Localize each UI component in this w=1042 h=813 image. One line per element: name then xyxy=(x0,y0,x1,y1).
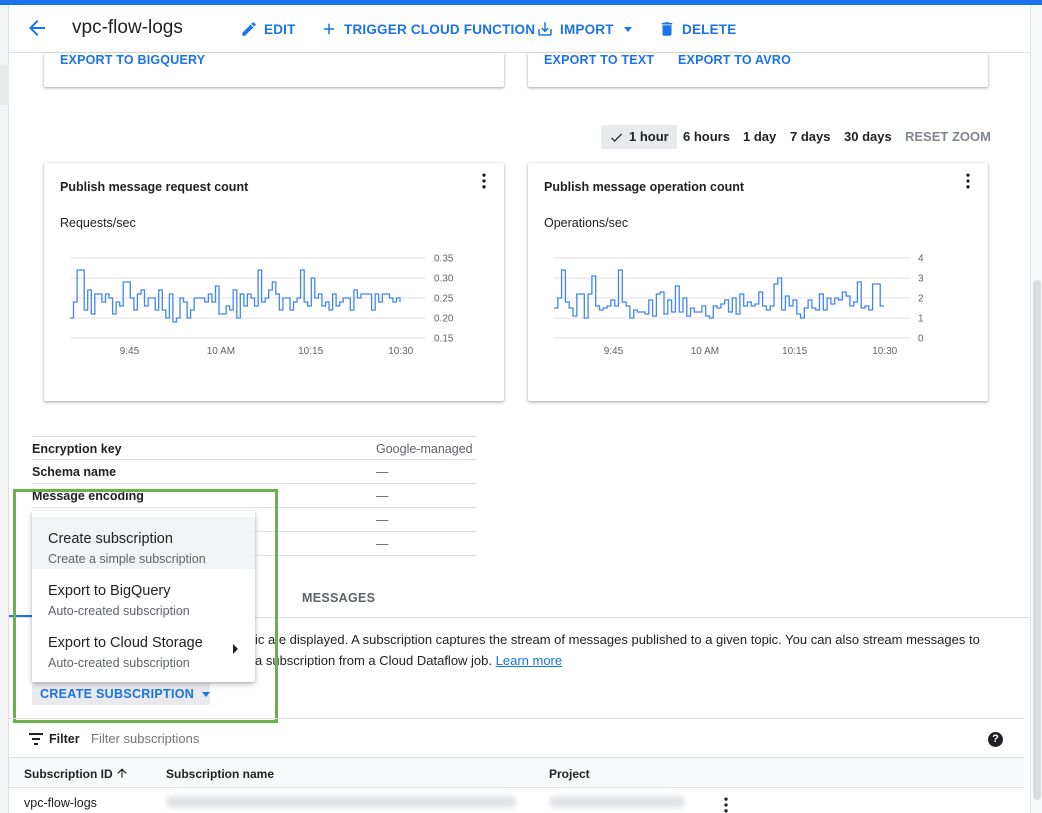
x-tick-label: 10 AM xyxy=(207,346,235,357)
subscriptions-table-header: Subscription ID Subscription name Projec… xyxy=(9,758,1024,788)
left-nav-rail-selected xyxy=(0,65,9,105)
detail-key: Schema name xyxy=(32,465,117,479)
description-text: a subscription from a Cloud Dataflow job… xyxy=(255,653,493,668)
y-tick-label: 3 xyxy=(918,274,924,285)
operation-count-chart-card: Publish message operation count Operatio… xyxy=(528,163,988,401)
annotation-highlight-box xyxy=(13,489,278,723)
export-to-text-link[interactable]: EXPORT TO TEXT xyxy=(544,53,654,67)
detail-row-encryption: Encryption key Google-managed xyxy=(32,436,476,460)
x-tick-label: 10:15 xyxy=(782,346,807,357)
y-tick-label: 0.30 xyxy=(434,274,454,285)
import-button[interactable]: IMPORT xyxy=(536,20,632,38)
chevron-down-icon xyxy=(623,26,632,32)
request-count-chart-title: Publish message request count xyxy=(60,180,249,194)
tab-messages[interactable]: MESSAGES xyxy=(302,591,375,605)
x-tick-label: 9:45 xyxy=(120,346,140,357)
import-label: IMPORT xyxy=(560,21,614,37)
trash-icon xyxy=(661,22,673,36)
learn-more-link[interactable]: Learn more xyxy=(496,653,562,668)
y-tick-label: 4 xyxy=(918,254,924,265)
subscriptions-description-line1: ic a e displayed. A subscription capture… xyxy=(255,632,980,647)
y-tick-label: 0.20 xyxy=(434,314,454,325)
sort-ascending-icon[interactable] xyxy=(115,765,129,781)
help-icon[interactable]: ? xyxy=(988,732,1003,747)
plus-icon xyxy=(323,23,335,35)
pencil-icon xyxy=(242,22,256,36)
y-tick-label: 1 xyxy=(918,314,924,325)
trigger-cloud-function-button[interactable]: TRIGGER CLOUD FUNCTION xyxy=(320,20,535,38)
column-subscription-id[interactable]: Subscription ID xyxy=(24,767,113,781)
reset-zoom-button[interactable]: RESET ZOOM xyxy=(905,125,991,149)
x-tick-label: 9:45 xyxy=(604,346,624,357)
time-range-6-hours[interactable]: 6 hours xyxy=(683,125,730,149)
scrollbar-thumb[interactable] xyxy=(1033,280,1041,800)
page-title: vpc-flow-logs xyxy=(72,17,183,38)
filter-icon xyxy=(29,733,43,745)
subscriptions-filter-bar: Filter ? xyxy=(9,718,1024,758)
redacted-subscription-name xyxy=(166,796,516,808)
detail-value: — xyxy=(376,537,389,551)
page-scrollbar[interactable] xyxy=(1030,5,1042,813)
chart-menu-kebab-icon[interactable] xyxy=(958,171,978,191)
edit-button[interactable]: EDIT xyxy=(240,20,296,38)
back-arrow-icon[interactable] xyxy=(25,16,49,40)
operation-count-chart-unit: Operations/sec xyxy=(544,216,629,230)
detail-value: — xyxy=(376,489,389,503)
y-tick-label: 2 xyxy=(918,294,924,305)
request-count-chart-unit: Requests/sec xyxy=(60,216,136,230)
detail-value: — xyxy=(376,465,389,479)
redacted-project xyxy=(549,796,685,808)
download-icon xyxy=(538,22,552,36)
check-icon xyxy=(611,133,623,142)
operation-count-chart-title: Publish message operation count xyxy=(544,180,745,194)
trigger-label: TRIGGER CLOUD FUNCTION xyxy=(344,21,536,37)
series-line xyxy=(554,269,884,319)
chart-menu-kebab-icon[interactable] xyxy=(474,171,494,191)
request-count-chart-card: Publish message request count Requests/s… xyxy=(44,163,504,401)
row-actions-kebab-icon[interactable] xyxy=(716,795,736,813)
x-tick-label: 10:15 xyxy=(298,346,323,357)
filter-input[interactable] xyxy=(91,731,391,746)
detail-row-schema: Schema name — xyxy=(32,460,476,484)
detail-value: Google-managed xyxy=(376,442,473,456)
delete-button[interactable]: DELETE xyxy=(658,20,736,38)
column-project[interactable]: Project xyxy=(549,767,590,781)
time-range-label: 1 hour xyxy=(629,129,669,144)
time-range-30-days[interactable]: 30 days xyxy=(844,125,892,149)
edit-label: EDIT xyxy=(264,21,296,37)
operation-count-line-chart[interactable]: 0 1 2 3 4 9:45 10 AM 10:15 10:30 xyxy=(528,248,988,363)
y-tick-label: 0 xyxy=(918,334,924,345)
x-tick-label: 10:30 xyxy=(388,346,413,357)
x-tick-label: 10:30 xyxy=(872,346,897,357)
export-to-bigquery-link[interactable]: EXPORT TO BIGQUERY xyxy=(60,53,205,67)
x-tick-label: 10 AM xyxy=(691,346,719,357)
subscriptions-description-line2: a subscription from a Cloud Dataflow job… xyxy=(255,653,562,668)
export-to-avro-link[interactable]: EXPORT TO AVRO xyxy=(678,53,791,67)
y-tick-label: 0.25 xyxy=(434,294,454,305)
export-card-left: EXPORT TO BIGQUERY xyxy=(44,53,504,87)
time-range-7-days[interactable]: 7 days xyxy=(790,125,830,149)
column-subscription-name[interactable]: Subscription name xyxy=(166,767,274,781)
y-tick-label: 0.35 xyxy=(434,254,454,265)
request-count-line-chart[interactable]: 0.15 0.20 0.25 0.30 0.35 9:45 10 AM 10:15 10:30 xyxy=(44,248,504,363)
detail-value: — xyxy=(376,513,389,527)
delete-label: DELETE xyxy=(682,21,737,37)
subscription-id-cell[interactable]: vpc-flow-logs xyxy=(24,796,97,810)
y-tick-label: 0.15 xyxy=(434,334,454,345)
time-range-1-hour[interactable]: 1 hour xyxy=(601,125,677,149)
filter-label: Filter xyxy=(49,732,80,746)
export-card-right: EXPORT TO TEXT EXPORT TO AVRO xyxy=(528,53,988,87)
time-range-1-day[interactable]: 1 day xyxy=(743,125,776,149)
detail-key: Encryption key xyxy=(32,442,122,456)
left-nav-rail xyxy=(0,5,9,813)
topic-header: vpc-flow-logs EDIT TRIGGER CLOUD FUNCTIO… xyxy=(9,5,1030,53)
